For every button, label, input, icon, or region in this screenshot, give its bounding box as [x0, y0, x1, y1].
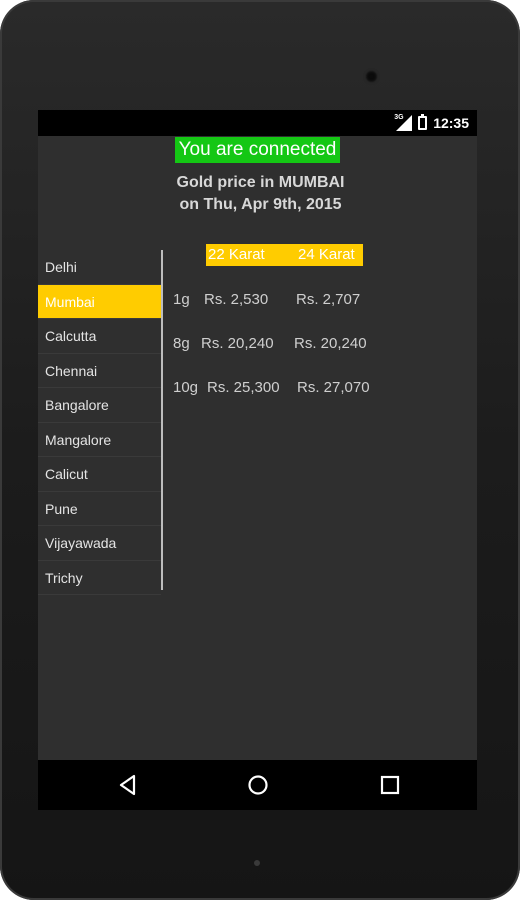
- status-clock: 12:35: [433, 115, 469, 131]
- city-item-calcutta[interactable]: Calcutta: [38, 319, 161, 354]
- price-22-karat: Rs. 20,240: [201, 335, 274, 352]
- status-bar: 3G 12:35: [38, 110, 477, 136]
- city-item-mangalore[interactable]: Mangalore: [38, 423, 161, 457]
- connection-status-banner: You are connected: [175, 137, 340, 163]
- back-triangle-icon: [119, 774, 136, 796]
- page-title: Gold price in MUMBAI on Thu, Apr 9th, 20…: [148, 172, 373, 216]
- battery-icon: [418, 114, 428, 130]
- home-button[interactable]: [246, 773, 270, 797]
- price-24-karat: Rs. 27,070: [297, 379, 370, 396]
- app-screen: 3G 12:35 You are connected Gold price in…: [38, 110, 477, 810]
- tablet-frame: 3G 12:35 You are connected Gold price in…: [0, 0, 520, 900]
- price-22-karat: Rs. 2,530: [204, 291, 269, 308]
- weight-label: 1g: [173, 291, 190, 308]
- device-sensor-dot: [254, 860, 260, 866]
- title-line-1: Gold price in MUMBAI: [176, 174, 345, 191]
- city-item-calicut[interactable]: Calicut: [38, 457, 161, 492]
- city-list: Delhi Mumbai Calcutta Chennai Bangalore Manga…: [38, 250, 161, 595]
- price-24-karat: Rs. 20,240: [294, 335, 367, 352]
- navigation-bar: [38, 760, 477, 810]
- front-camera: [365, 70, 378, 83]
- list-divider: [161, 250, 163, 590]
- network-type-label: 3G: [394, 114, 404, 121]
- city-item-pune[interactable]: Pune: [38, 492, 161, 526]
- city-item-trichy[interactable]: Trichy: [38, 561, 161, 595]
- status-icons: 3G 12:35: [394, 110, 469, 136]
- weight-label: 10g: [173, 379, 199, 396]
- price-24-karat: Rs. 2,707: [296, 291, 361, 308]
- city-item-mumbai[interactable]: Mumbai: [38, 284, 161, 319]
- home-circle-icon: [248, 775, 268, 795]
- city-item-delhi[interactable]: Delhi: [38, 250, 161, 285]
- recent-apps-button[interactable]: [378, 773, 402, 797]
- back-button[interactable]: [116, 773, 140, 797]
- weight-label: 8g: [173, 335, 190, 352]
- header-24-karat: 24 Karat: [298, 246, 355, 263]
- city-item-bangalore[interactable]: Bangalore: [38, 388, 161, 423]
- city-item-chennai[interactable]: Chennai: [38, 354, 161, 388]
- header-22-karat: 22 Karat: [208, 246, 265, 263]
- title-line-2: on Thu, Apr 9th, 2015: [179, 196, 342, 213]
- price-22-karat: Rs. 25,300: [207, 379, 280, 396]
- city-item-vijayawada[interactable]: Vijayawada: [38, 526, 161, 561]
- signal-icon: 3G: [394, 114, 413, 131]
- karat-header: 22 Karat 24 Karat: [206, 244, 363, 266]
- recent-square-icon: [380, 775, 400, 795]
